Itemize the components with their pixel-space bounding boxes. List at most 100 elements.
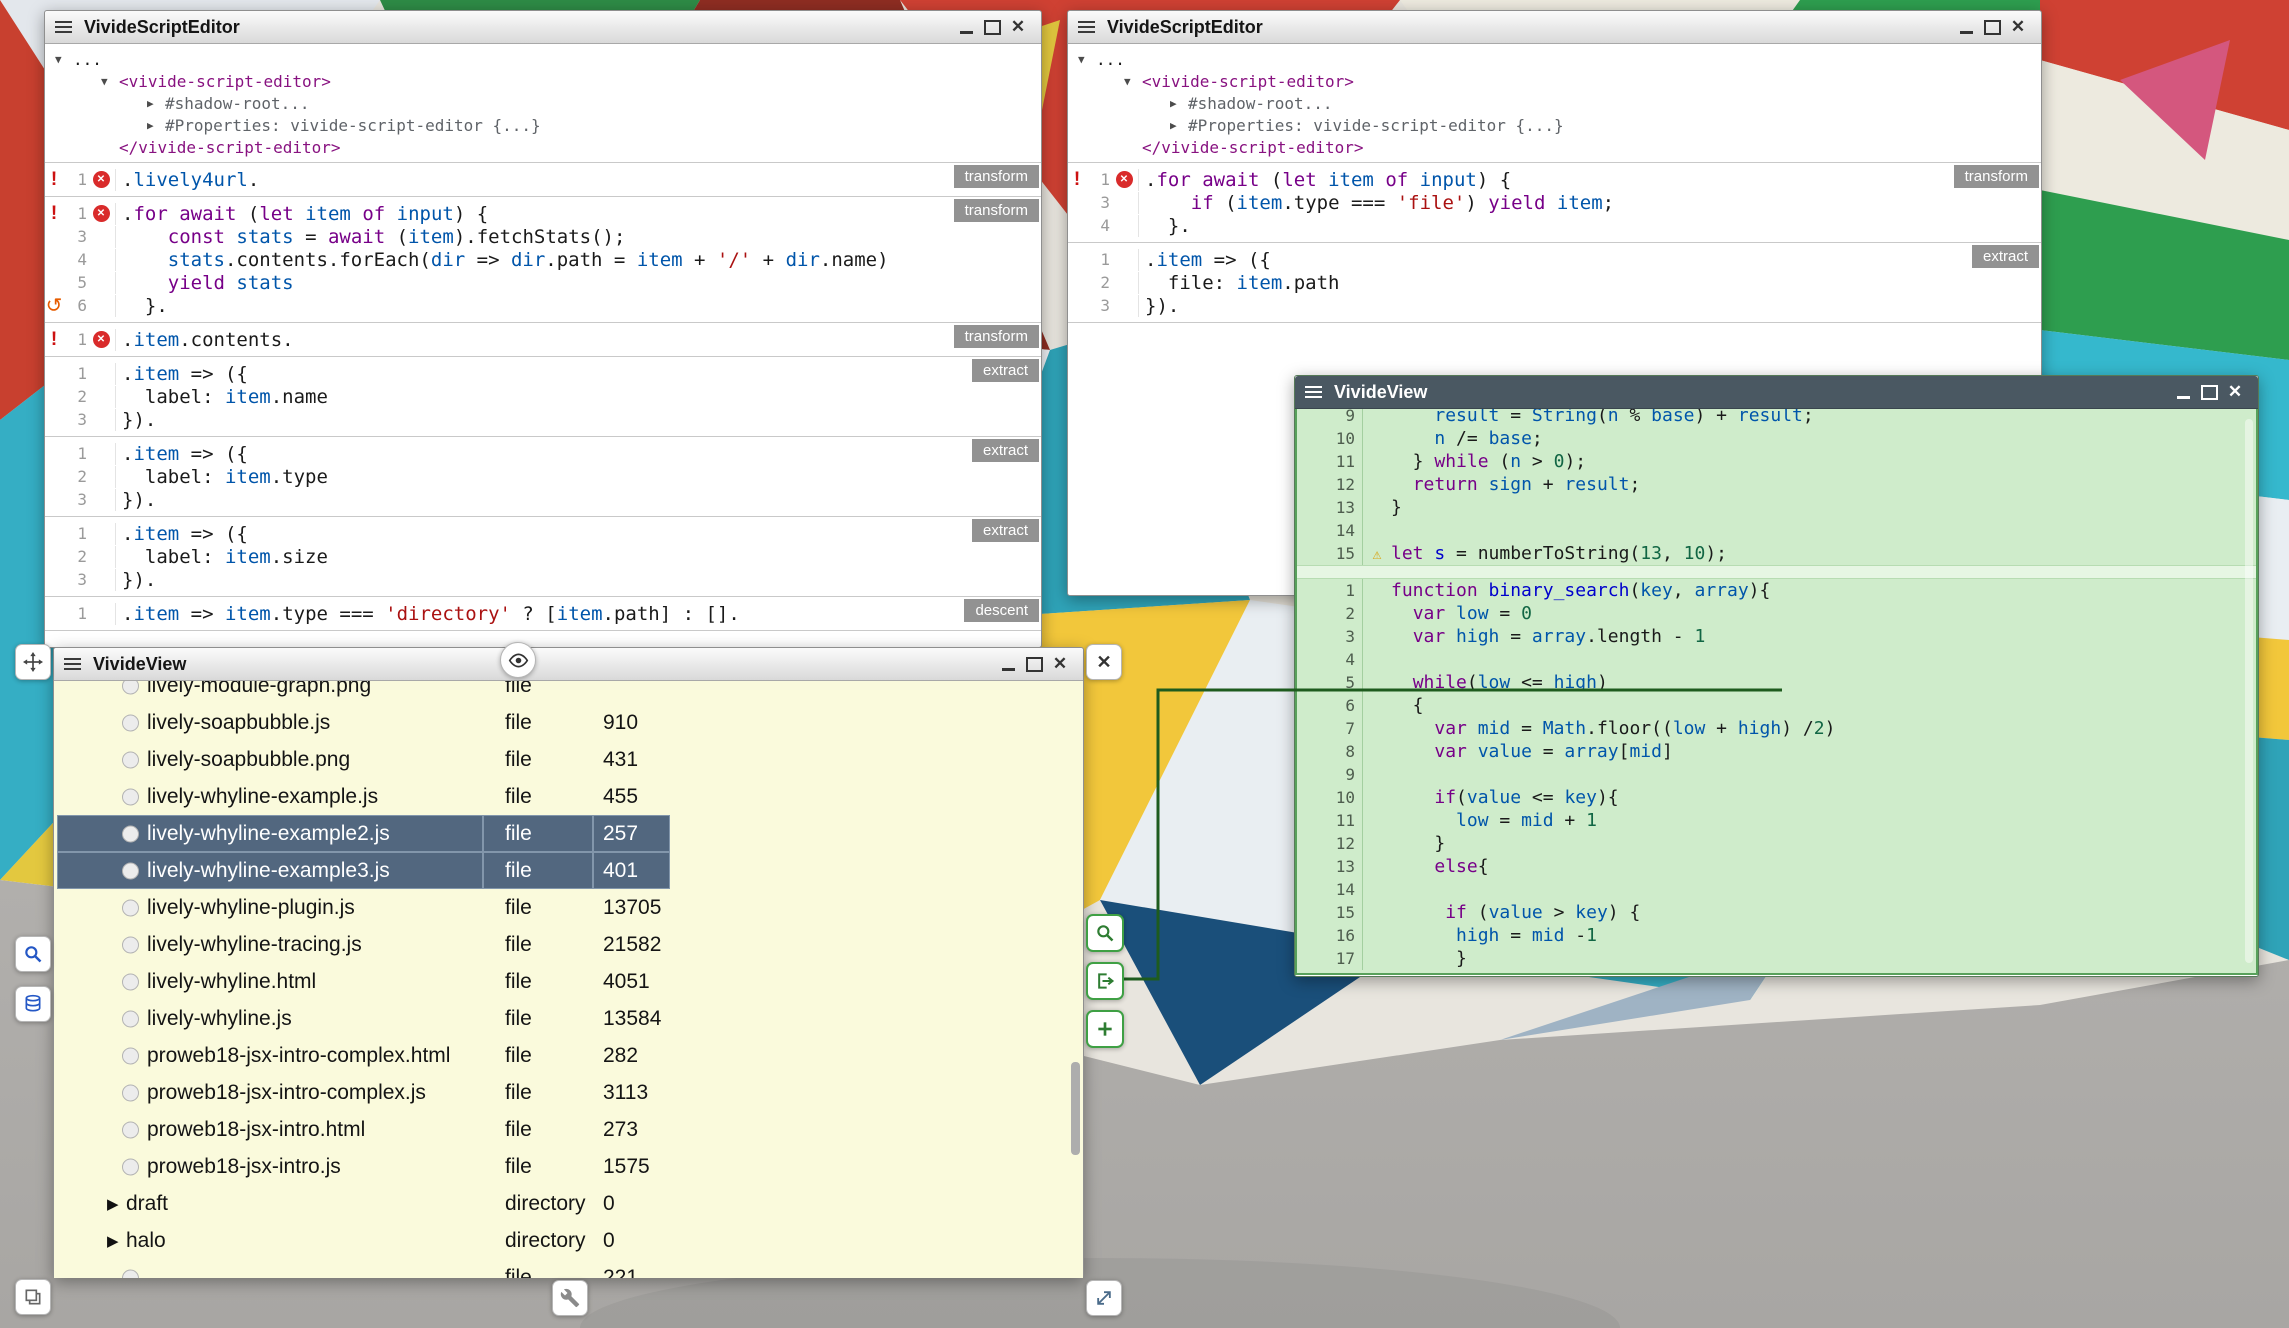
code-block[interactable]: 1function binary_search(key, array){2 va… bbox=[1297, 579, 2256, 970]
minimize-button[interactable] bbox=[995, 652, 1021, 676]
move-handle-button[interactable] bbox=[15, 644, 51, 680]
file-row[interactable]: lively-whyline.jsfile13584 bbox=[54, 1000, 1083, 1037]
code-text[interactable]: .item => ({ bbox=[115, 443, 1041, 465]
script-step-extract[interactable]: extract1.item => ({2 label: item.type3})… bbox=[45, 437, 1041, 517]
tree-toggle-icon[interactable]: ▶ bbox=[147, 119, 165, 132]
inspect-eye-button[interactable] bbox=[500, 642, 536, 678]
code-line[interactable]: 12 } bbox=[1297, 832, 2256, 855]
script-step-descent[interactable]: descent1.item => item.type === 'director… bbox=[45, 597, 1041, 631]
tree-node[interactable]: ▶#shadow-root... bbox=[1068, 92, 2041, 114]
file-row[interactable]: lively-whyline-tracing.jsfile21582 bbox=[54, 926, 1083, 963]
directory-row[interactable]: ▶halodirectory0 bbox=[54, 1222, 1083, 1259]
script-step-transform[interactable]: transform!1✕.for await (let item of inpu… bbox=[45, 197, 1041, 323]
vertical-scrollbar[interactable] bbox=[1071, 1062, 1080, 1155]
code-text[interactable]: } bbox=[1391, 497, 1402, 518]
tree-node[interactable]: ▼<vivide-script-editor> bbox=[45, 70, 1041, 92]
code-line[interactable]: 1function binary_search(key, array){ bbox=[1297, 579, 2256, 602]
code-text[interactable]: } bbox=[1391, 948, 1467, 969]
file-row[interactable]: lively-soapbubble.jsfile910 bbox=[54, 704, 1083, 741]
code-line[interactable]: 9 result = String(n % base) + result; bbox=[1297, 409, 2256, 427]
file-row[interactable]: file221 bbox=[54, 1259, 1083, 1278]
file-row[interactable]: proweb18-jsx-intro-complex.htmlfile282 bbox=[54, 1037, 1083, 1074]
code-line[interactable]: 13} bbox=[1297, 496, 2256, 519]
code-text[interactable]: var value = array[mid] bbox=[1391, 741, 1673, 762]
maximize-button[interactable] bbox=[2196, 380, 2222, 404]
code-text[interactable]: .lively4url. bbox=[115, 169, 1041, 191]
file-row[interactable]: lively-whyline-example.jsfile455 bbox=[54, 778, 1083, 815]
code-text[interactable]: file: item.path bbox=[1138, 272, 2041, 294]
code-text[interactable]: var high = array.length - 1 bbox=[1391, 626, 1705, 647]
code-text[interactable]: .item => ({ bbox=[115, 363, 1041, 385]
code-line[interactable]: 11 } while (n > 0); bbox=[1297, 450, 2256, 473]
close-button[interactable]: ✕ bbox=[2005, 15, 2031, 39]
titlebar[interactable]: VivideView ✕ bbox=[1295, 376, 2258, 409]
code-line[interactable]: 4 bbox=[1297, 648, 2256, 671]
code-line[interactable]: 8 var value = array[mid] bbox=[1297, 740, 2256, 763]
file-row[interactable]: lively-whyline-plugin.jsfile13705 bbox=[54, 889, 1083, 926]
code-text[interactable]: }. bbox=[1138, 215, 2041, 237]
code-line[interactable]: 3 var high = array.length - 1 bbox=[1297, 625, 2256, 648]
code-line[interactable]: 1.item => ({ bbox=[45, 442, 1041, 465]
menu-icon[interactable] bbox=[64, 658, 81, 670]
code-line[interactable]: 3}). bbox=[1068, 294, 2041, 317]
code-text[interactable]: .item => ({ bbox=[1138, 249, 2041, 271]
code-line[interactable]: 2 label: item.size bbox=[45, 545, 1041, 568]
tree-node[interactable]: </vivide-script-editor> bbox=[45, 136, 1041, 158]
tree-toggle-icon[interactable]: ▼ bbox=[1078, 53, 1096, 66]
code-line[interactable]: 4 stats.contents.forEach(dir => dir.path… bbox=[45, 248, 1041, 271]
code-pane[interactable]: 9 result = String(n % base) + result;10 … bbox=[1295, 409, 2258, 975]
code-text[interactable]: if(value <= key){ bbox=[1391, 787, 1619, 808]
code-text[interactable]: let s = numberToString(13, 10); bbox=[1391, 543, 1727, 564]
code-line[interactable]: 1.item => ({ bbox=[45, 362, 1041, 385]
directory-row[interactable]: ▶draftdirectory0 bbox=[54, 1185, 1083, 1222]
code-line[interactable]: 5 while(low <= high) bbox=[1297, 671, 2256, 694]
file-row[interactable]: lively-whyline.htmlfile4051 bbox=[54, 963, 1083, 1000]
file-row[interactable]: lively-whyline-example2.jsfile257 bbox=[54, 815, 1083, 852]
code-block[interactable]: 9 result = String(n % base) + result;10 … bbox=[1297, 409, 2256, 565]
code-text[interactable]: } while (n > 0); bbox=[1391, 451, 1586, 472]
code-line[interactable]: 5 yield stats bbox=[45, 271, 1041, 294]
code-text[interactable]: if (item.type === 'file') yield item; bbox=[1138, 192, 2041, 214]
code-line[interactable]: !1✕.for await (let item of input) { bbox=[1068, 168, 2041, 191]
tree-node[interactable]: ▶#shadow-root... bbox=[45, 92, 1041, 114]
expand-arrow-icon[interactable]: ▶ bbox=[107, 1232, 119, 1250]
code-text[interactable]: if (value > key) { bbox=[1391, 902, 1640, 923]
export-target-button[interactable] bbox=[1086, 962, 1124, 1000]
code-text[interactable]: function binary_search(key, array){ bbox=[1391, 580, 1770, 601]
code-text[interactable]: yield stats bbox=[115, 272, 1041, 294]
code-line[interactable]: 3}). bbox=[45, 568, 1041, 591]
code-line[interactable]: 13 else{ bbox=[1297, 855, 2256, 878]
tree-node[interactable]: ▶#Properties: vivide-script-editor {...} bbox=[1068, 114, 2041, 136]
code-text[interactable]: }). bbox=[1138, 295, 2041, 317]
code-line[interactable]: 14 bbox=[1297, 519, 2256, 542]
code-line[interactable]: 15⚠let s = numberToString(13, 10); bbox=[1297, 542, 2256, 565]
code-text[interactable]: result = String(n % base) + result; bbox=[1391, 409, 1814, 426]
tree-node[interactable]: ▼<vivide-script-editor> bbox=[1068, 70, 2041, 92]
dom-tree[interactable]: ▼...▼<vivide-script-editor>▶#shadow-root… bbox=[45, 44, 1041, 163]
tree-node[interactable]: </vivide-script-editor> bbox=[1068, 136, 2041, 158]
file-row[interactable]: proweb18-jsx-intro-complex.jsfile3113 bbox=[54, 1074, 1083, 1111]
code-line[interactable]: 2 label: item.type bbox=[45, 465, 1041, 488]
code-line[interactable]: 2 label: item.name bbox=[45, 385, 1041, 408]
close-button[interactable]: ✕ bbox=[1047, 652, 1073, 676]
titlebar[interactable]: VivideScriptEditor ✕ bbox=[45, 11, 1041, 44]
code-line[interactable]: !1✕.lively4url. bbox=[45, 168, 1041, 191]
search-button[interactable] bbox=[15, 936, 51, 972]
file-row[interactable]: proweb18-jsx-intro.jsfile1575 bbox=[54, 1148, 1083, 1185]
file-row[interactable]: lively-soapbubble.pngfile431 bbox=[54, 741, 1083, 778]
code-line[interactable]: 6 { bbox=[1297, 694, 2256, 717]
dom-tree[interactable]: ▼...▼<vivide-script-editor>▶#shadow-root… bbox=[1068, 44, 2041, 163]
titlebar[interactable]: VivideScriptEditor ✕ bbox=[1068, 11, 2041, 44]
script-step-extract[interactable]: extract1.item => ({2 label: item.name3})… bbox=[45, 357, 1041, 437]
vertical-scrollbar[interactable] bbox=[2245, 419, 2253, 963]
tree-toggle-icon[interactable]: ▶ bbox=[1170, 119, 1188, 132]
open-script-view-button[interactable] bbox=[1086, 914, 1124, 952]
maximize-button[interactable] bbox=[1021, 652, 1047, 676]
code-line[interactable]: 1.item => ({ bbox=[1068, 248, 2041, 271]
minimize-button[interactable] bbox=[2170, 380, 2196, 404]
maximize-button[interactable] bbox=[1979, 15, 2005, 39]
code-line[interactable]: 3 if (item.type === 'file') yield item; bbox=[1068, 191, 2041, 214]
script-step-transform[interactable]: transform!1✕.for await (let item of inpu… bbox=[1068, 163, 2041, 243]
code-line[interactable]: 11 low = mid + 1 bbox=[1297, 809, 2256, 832]
code-text[interactable]: low = mid + 1 bbox=[1391, 810, 1597, 831]
